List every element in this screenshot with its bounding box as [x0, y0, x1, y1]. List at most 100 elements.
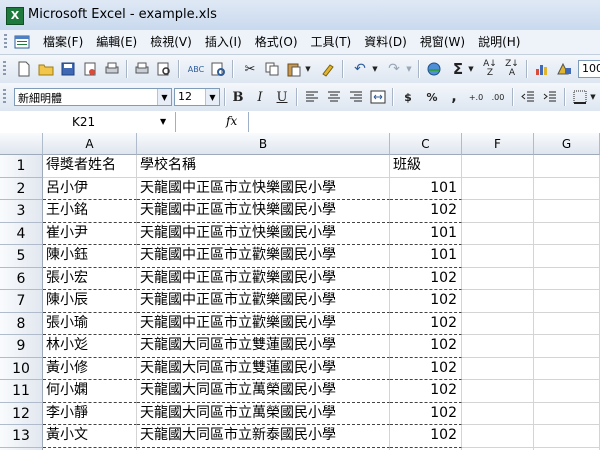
align-center-icon[interactable]: [324, 87, 344, 107]
cell[interactable]: 林小彣: [43, 335, 137, 358]
cell[interactable]: 102: [390, 290, 462, 313]
align-right-icon[interactable]: [346, 87, 366, 107]
format-painter-icon[interactable]: [318, 59, 338, 79]
increase-decimal-icon[interactable]: +.0: [466, 87, 486, 107]
cell[interactable]: [462, 357, 534, 380]
cell[interactable]: 張小宏: [43, 267, 137, 290]
row-header[interactable]: 7: [0, 290, 43, 313]
sort-ascending-icon[interactable]: A↓ Z: [480, 59, 500, 79]
borders-dropdown-icon[interactable]: ▼: [588, 87, 598, 107]
cell[interactable]: 天龍國大同區市立萬榮國民小學: [137, 402, 390, 425]
cell[interactable]: 何小嫻: [43, 380, 137, 403]
save-icon[interactable]: [58, 59, 78, 79]
cell[interactable]: 天龍國大同區市立萬榮國民小學: [137, 380, 390, 403]
name-box[interactable]: K21 ▼: [0, 112, 176, 132]
decrease-decimal-icon[interactable]: .00: [488, 87, 508, 107]
cell[interactable]: 101: [390, 245, 462, 268]
paste-dropdown-icon[interactable]: ▼: [303, 59, 313, 79]
cell[interactable]: 天龍國中正區市立快樂國民小學: [137, 177, 390, 200]
cell[interactable]: [534, 155, 600, 178]
chevron-down-icon[interactable]: ▼: [205, 89, 219, 105]
comma-style-button[interactable]: ,: [444, 87, 464, 107]
spreadsheet-grid[interactable]: A B C F G 1 得獎者姓名 學校名稱 班級 2 呂小伊 天龍國中正區市立快樂國民小學 101 3 王…: [0, 133, 600, 450]
cell[interactable]: 102: [390, 335, 462, 358]
cell[interactable]: 天龍國中正區市立歡樂國民小學: [137, 290, 390, 313]
cell[interactable]: 黃小修: [43, 357, 137, 380]
cell[interactable]: 天龍國中正區市立歡樂國民小學: [137, 267, 390, 290]
cell[interactable]: 黃小文: [43, 425, 137, 448]
menu-item[interactable]: 說明(H): [473, 30, 525, 54]
open-icon[interactable]: [36, 59, 56, 79]
cell[interactable]: [534, 177, 600, 200]
cell[interactable]: [462, 177, 534, 200]
cell[interactable]: [462, 312, 534, 335]
cell[interactable]: 102: [390, 402, 462, 425]
cell[interactable]: 李小靜: [43, 402, 137, 425]
cut-icon[interactable]: ✂: [240, 59, 260, 79]
menubar-grip[interactable]: [4, 34, 7, 50]
bold-button[interactable]: B: [228, 87, 248, 107]
cell[interactable]: [462, 222, 534, 245]
autosum-icon[interactable]: Σ: [448, 59, 468, 79]
column-header-b[interactable]: B: [137, 133, 390, 155]
workbook-icon[interactable]: [14, 34, 30, 50]
cell[interactable]: 102: [390, 312, 462, 335]
print-icon[interactable]: [102, 59, 122, 79]
cell[interactable]: 101: [390, 222, 462, 245]
row-header[interactable]: 8: [0, 312, 43, 335]
cell[interactable]: 101: [390, 177, 462, 200]
print-preview-icon[interactable]: [154, 59, 174, 79]
merge-center-icon[interactable]: [368, 87, 388, 107]
align-left-icon[interactable]: [302, 87, 322, 107]
row-header[interactable]: 9: [0, 335, 43, 358]
cell[interactable]: [534, 380, 600, 403]
select-all-corner[interactable]: [0, 133, 43, 155]
cell[interactable]: 學校名稱: [137, 155, 390, 178]
research-icon[interactable]: [208, 59, 228, 79]
cell[interactable]: [534, 402, 600, 425]
cell[interactable]: 天龍國大同區市立新泰國民小學: [137, 425, 390, 448]
cell[interactable]: 得獎者姓名: [43, 155, 137, 178]
cell[interactable]: [534, 200, 600, 223]
underline-button[interactable]: U: [272, 87, 292, 107]
toolbar-grip[interactable]: [3, 89, 6, 105]
column-header-c[interactable]: C: [390, 133, 462, 155]
row-header[interactable]: 6: [0, 267, 43, 290]
menu-item[interactable]: 編輯(E): [91, 30, 142, 54]
menu-item[interactable]: 檔案(F): [38, 30, 88, 54]
cell[interactable]: 班級: [390, 155, 462, 178]
column-header-g[interactable]: G: [534, 133, 600, 155]
cell[interactable]: [534, 222, 600, 245]
row-header[interactable]: 1: [0, 155, 43, 178]
cell[interactable]: [534, 335, 600, 358]
cell[interactable]: 天龍國中正區市立快樂國民小學: [137, 222, 390, 245]
sort-descending-icon[interactable]: Z↓ A: [502, 59, 522, 79]
permission-icon[interactable]: [80, 59, 100, 79]
cell[interactable]: [462, 402, 534, 425]
undo-dropdown-icon[interactable]: ▼: [370, 59, 380, 79]
cell[interactable]: 崔小尹: [43, 222, 137, 245]
cell[interactable]: [534, 290, 600, 313]
row-header[interactable]: 11: [0, 380, 43, 403]
cell[interactable]: 王小銘: [43, 200, 137, 223]
new-icon[interactable]: [14, 59, 34, 79]
cell[interactable]: [462, 267, 534, 290]
increase-indent-icon[interactable]: [540, 87, 560, 107]
cell[interactable]: 天龍國大同區市立雙蓮國民小學: [137, 335, 390, 358]
cell[interactable]: [462, 155, 534, 178]
drawing-icon[interactable]: [554, 59, 574, 79]
chevron-down-icon[interactable]: ▼: [157, 89, 171, 105]
row-header[interactable]: 10: [0, 357, 43, 380]
percent-button[interactable]: %: [422, 87, 442, 107]
row-header[interactable]: 4: [0, 222, 43, 245]
menu-item[interactable]: 工具(T): [306, 30, 357, 54]
cell[interactable]: 陳小鈺: [43, 245, 137, 268]
cell[interactable]: [462, 290, 534, 313]
cell[interactable]: [534, 357, 600, 380]
decrease-indent-icon[interactable]: [518, 87, 538, 107]
insert-function-icon[interactable]: fx: [226, 114, 237, 128]
cell[interactable]: [534, 267, 600, 290]
cell[interactable]: 天龍國大同區市立雙蓮國民小學: [137, 357, 390, 380]
cell[interactable]: 102: [390, 200, 462, 223]
paste-icon[interactable]: [284, 59, 304, 79]
